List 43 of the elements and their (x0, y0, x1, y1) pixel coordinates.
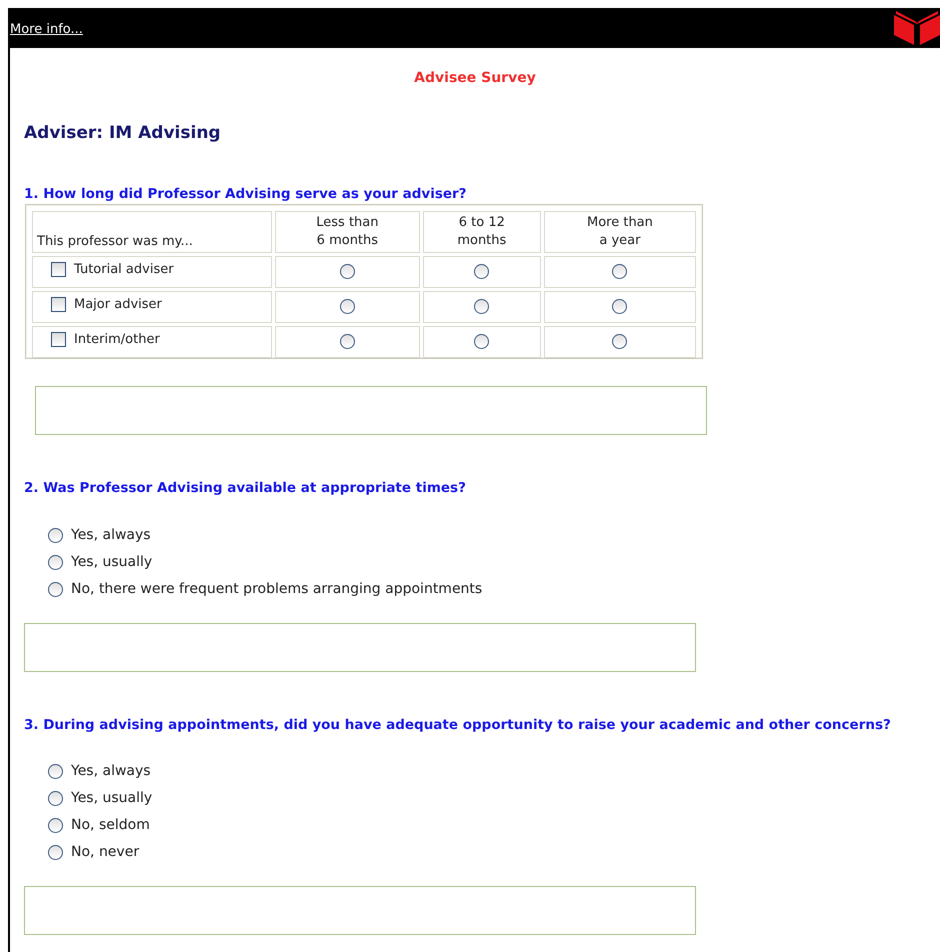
logo-icon (894, 11, 940, 45)
radio-button[interactable] (474, 264, 490, 280)
radio-button[interactable] (612, 264, 628, 280)
question-text: 1. How long did Professor Advising serve as your adviser? (24, 186, 468, 202)
question-text: 3. During advising appointments, did you have adequate opportunity to raise your academic and other concerns? (24, 718, 892, 734)
checkbox[interactable] (51, 297, 66, 312)
radio-button[interactable] (612, 299, 628, 314)
radio-button[interactable] (48, 818, 63, 834)
checkbox[interactable] (51, 332, 66, 348)
radio-button[interactable] (48, 845, 63, 860)
row-label: Interim/other (74, 331, 160, 350)
comment-field[interactable] (35, 386, 707, 436)
radio-button[interactable] (340, 334, 355, 350)
option-label: No, there were frequent problems arranging appointments (71, 580, 482, 599)
radio-button[interactable] (340, 264, 355, 280)
radio-button[interactable] (474, 299, 490, 314)
row-label: Major adviser (74, 296, 162, 314)
row-label: Tutorial adviser (74, 261, 174, 280)
comment-field[interactable] (24, 622, 696, 672)
question-text: 2. Was Professor Advising available at appropriate times? (24, 481, 467, 497)
radio-button[interactable] (612, 334, 628, 350)
radio-button[interactable] (48, 764, 63, 780)
column-header: More than a year (544, 211, 696, 254)
table-header-cell: This professor was my... (32, 211, 272, 254)
option-label: Yes, usually (71, 552, 152, 572)
option-label: No, seldom (71, 816, 150, 836)
radio-button[interactable] (48, 528, 63, 543)
checkbox[interactable] (51, 262, 66, 278)
adviser-heading: Adviser: IM Advising (24, 122, 222, 145)
survey-title: Advisee Survey (413, 69, 537, 88)
radio-button[interactable] (48, 582, 63, 597)
radio-button[interactable] (474, 334, 490, 350)
radio-button[interactable] (340, 299, 355, 314)
option-label: Yes, always (71, 762, 151, 782)
column-header: Less than 6 months (275, 211, 420, 254)
comment-field[interactable] (24, 886, 696, 936)
radio-button[interactable] (48, 554, 63, 570)
option-label: Yes, usually (71, 789, 152, 808)
column-header: 6 to 12 months (422, 211, 541, 254)
option-label: No, never (71, 843, 140, 862)
more-info-link[interactable]: More info... (10, 16, 83, 40)
option-label: Yes, always (71, 526, 151, 545)
radio-button[interactable] (48, 791, 63, 806)
